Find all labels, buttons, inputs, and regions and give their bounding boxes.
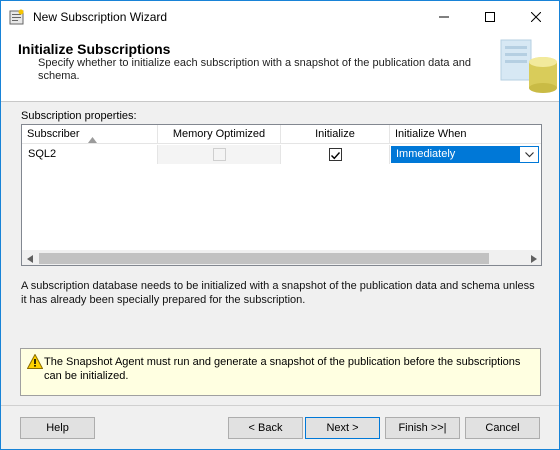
column-header-initialize[interactable]: Initialize: [281, 125, 390, 144]
maximize-button[interactable]: [467, 1, 513, 32]
subscription-properties-grid: Subscriber Memory Optimized Initialize I…: [21, 124, 542, 266]
checkmark-icon: [331, 152, 341, 160]
subscriber-cell[interactable]: SQL2: [22, 145, 158, 164]
initialization-info-text: A subscription database needs to be init…: [21, 280, 535, 306]
minimize-icon: [439, 16, 449, 17]
initialize-when-value: Immediately: [392, 147, 520, 162]
page-description: Specify whether to initialize each subsc…: [38, 57, 471, 82]
help-button[interactable]: Help: [20, 417, 95, 439]
column-header-subscriber[interactable]: Subscriber: [22, 125, 158, 144]
column-header-memory-optimized[interactable]: Memory Optimized: [158, 125, 281, 144]
table-row: SQL2 Immediately: [22, 145, 541, 164]
back-button[interactable]: < Back: [228, 417, 303, 439]
initialize-checkbox[interactable]: [329, 148, 342, 161]
page-title: Initialize Subscriptions: [18, 41, 171, 57]
next-button[interactable]: Next >: [305, 417, 380, 439]
wizard-window: New Subscription Wizard Initialize Subsc…: [0, 0, 560, 450]
finish-button[interactable]: Finish >>|: [385, 417, 460, 439]
memory-optimized-checkbox: [213, 148, 226, 161]
horizontal-scrollbar[interactable]: [22, 250, 541, 265]
memory-optimized-cell: [158, 145, 281, 164]
chevron-down-icon[interactable]: [520, 147, 538, 162]
initialize-when-cell: Immediately: [390, 145, 541, 164]
scroll-right-icon[interactable]: [526, 251, 541, 266]
initialize-when-dropdown[interactable]: Immediately: [391, 146, 539, 163]
scroll-left-icon[interactable]: [22, 251, 37, 266]
warning-message-box: The Snapshot Agent must run and generate…: [20, 348, 541, 396]
close-button[interactable]: [513, 1, 559, 32]
warning-text: The Snapshot Agent must run and generate…: [44, 356, 521, 382]
database-graphic-icon: [497, 34, 559, 100]
grid-header-row: Subscriber Memory Optimized Initialize I…: [22, 125, 541, 144]
wizard-header: Initialize Subscriptions Specify whether…: [1, 32, 559, 102]
warning-icon: [26, 353, 44, 369]
cancel-button[interactable]: Cancel: [465, 417, 540, 439]
maximize-icon: [485, 11, 495, 22]
scrollbar-thumb[interactable]: [39, 253, 489, 264]
minimize-button[interactable]: [421, 1, 467, 32]
wizard-app-icon: [9, 9, 25, 25]
column-header-initialize-when[interactable]: Initialize When: [390, 125, 541, 144]
initialize-cell: [281, 145, 390, 164]
close-icon: [531, 11, 541, 22]
subscription-properties-label: Subscription properties:: [21, 110, 137, 122]
title-bar: New Subscription Wizard: [1, 1, 559, 32]
footer-divider: [1, 405, 559, 406]
column-header-label: Subscriber: [27, 128, 80, 140]
window-title: New Subscription Wizard: [33, 10, 168, 24]
